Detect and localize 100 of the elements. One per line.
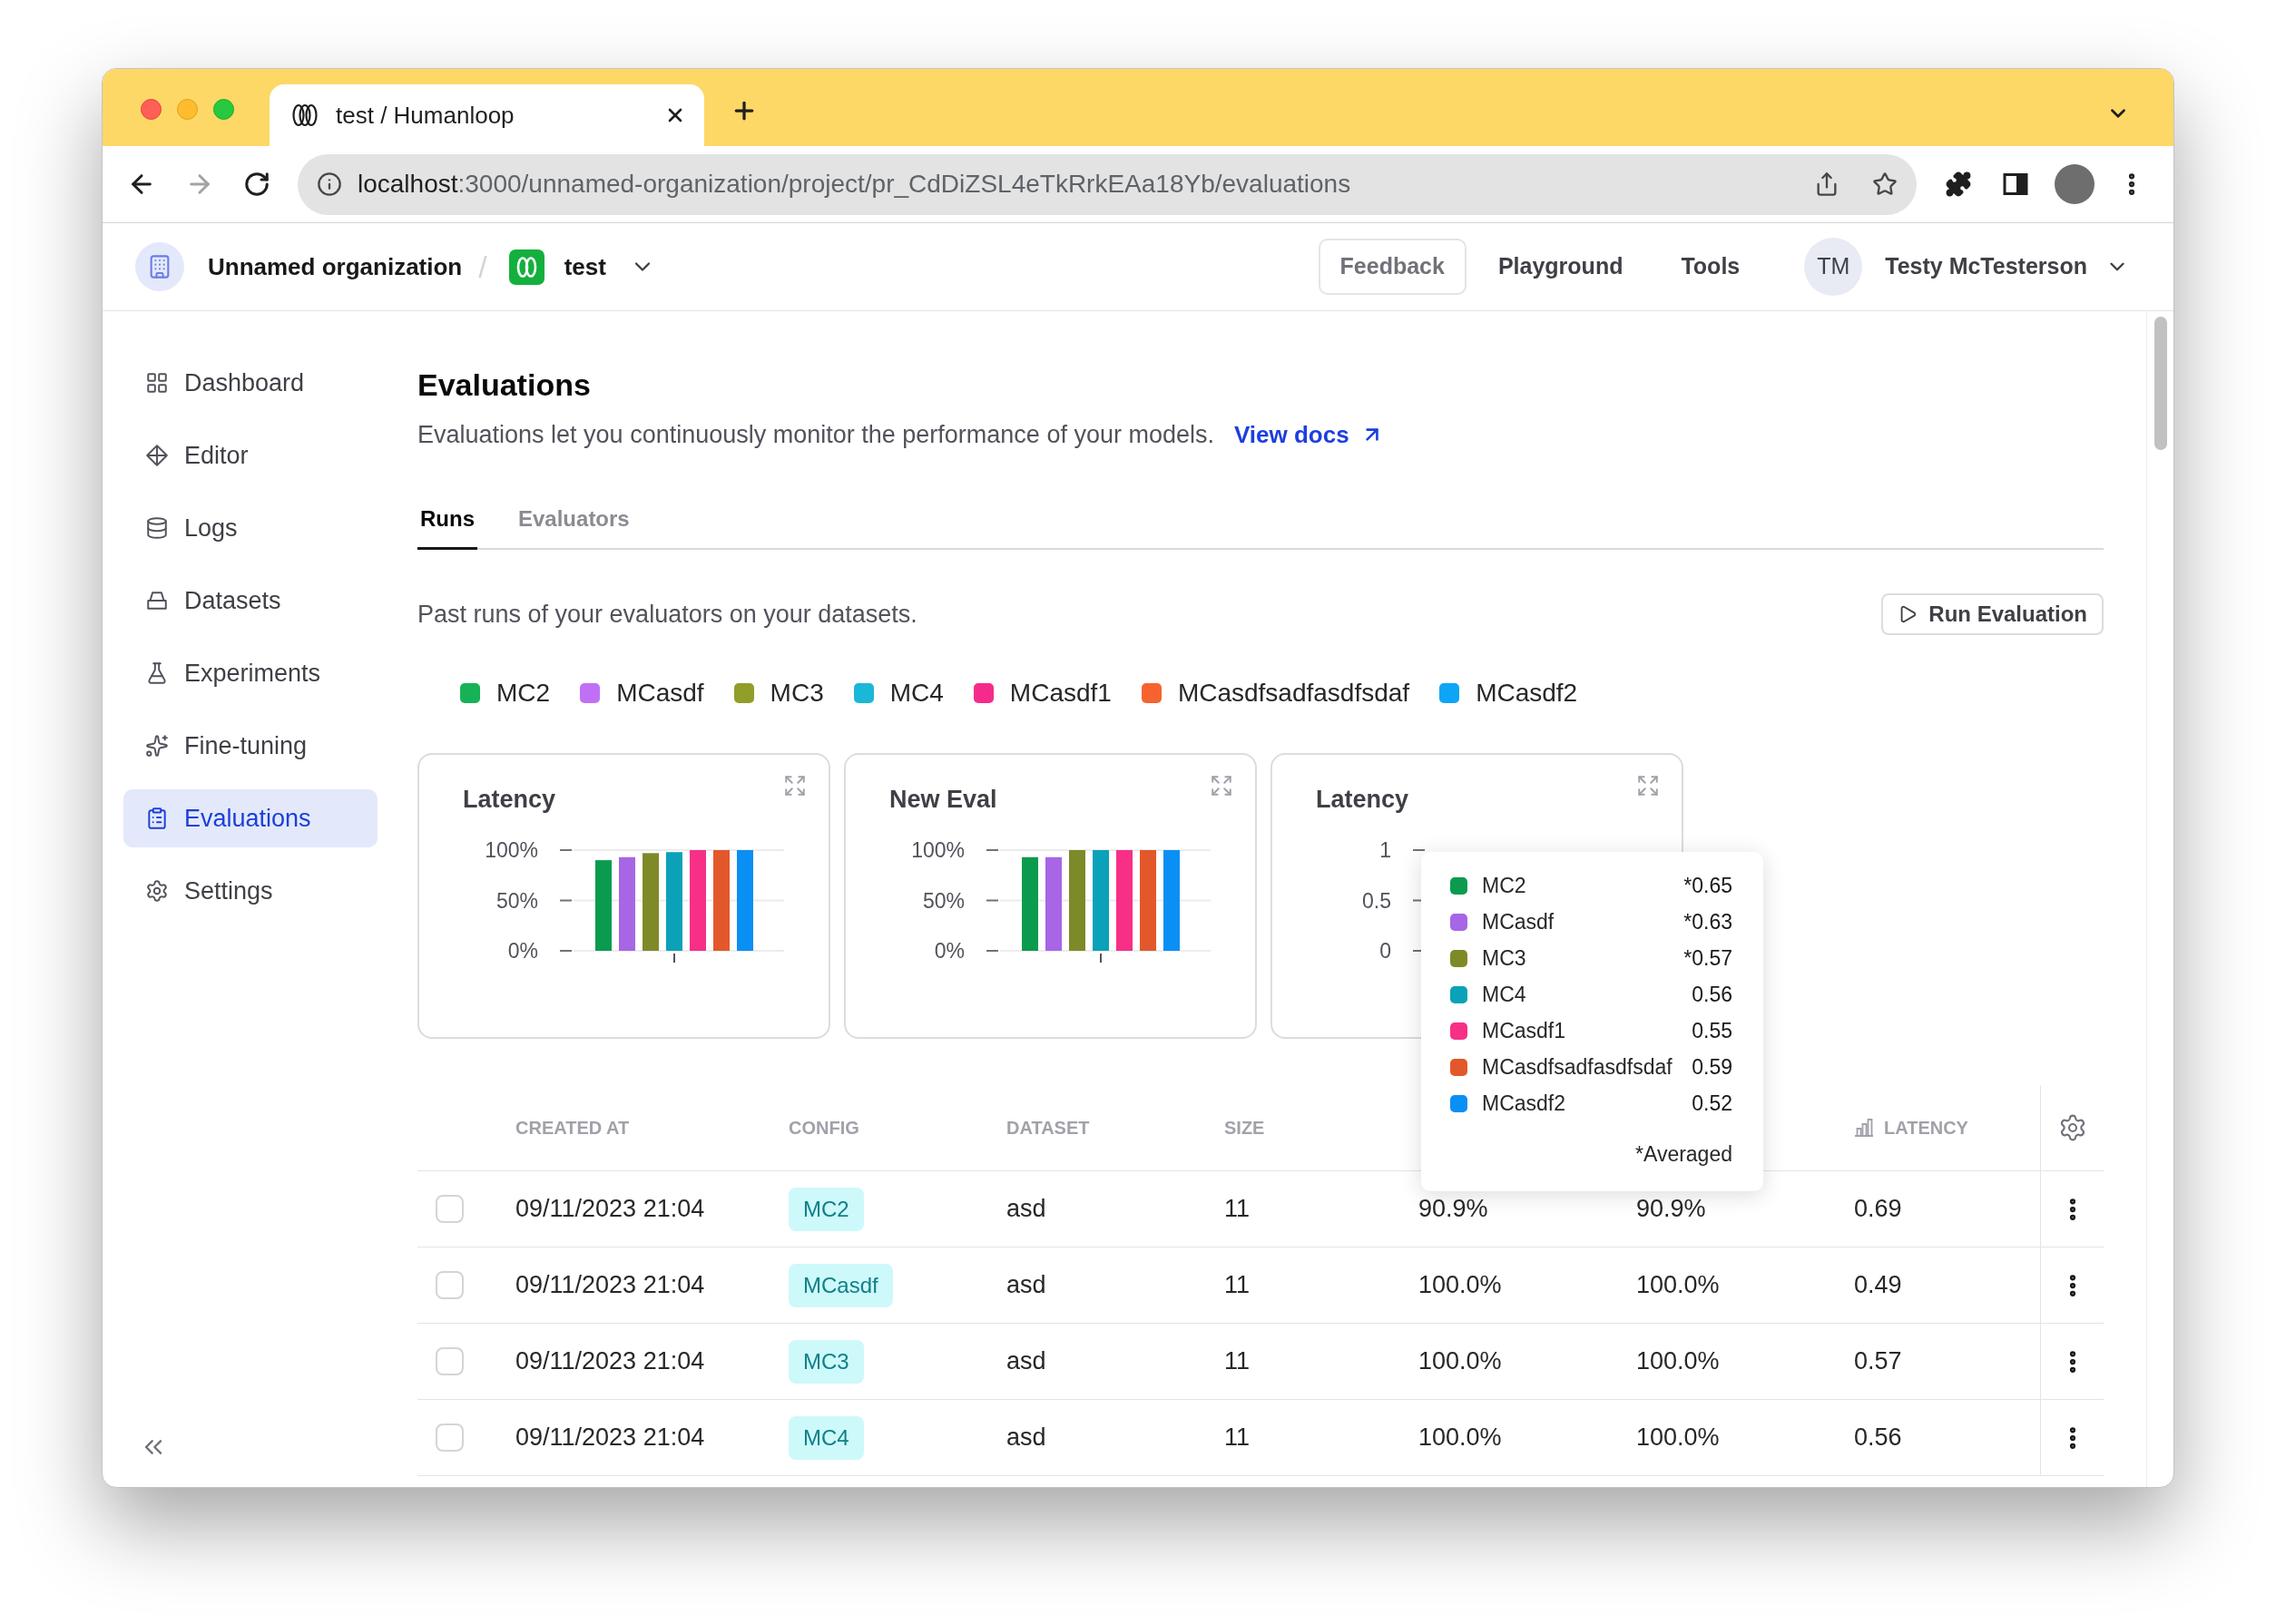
tooltip-label: MCasdf xyxy=(1482,908,1555,935)
view-docs-link[interactable]: View docs xyxy=(1233,416,1349,453)
user-avatar[interactable]: TM xyxy=(1804,238,1863,296)
axis-tick-label: 100% xyxy=(911,838,965,862)
chart-title: New Eval xyxy=(889,785,997,815)
sparkles-icon xyxy=(145,734,169,758)
tooltip-value: *0.63 xyxy=(1683,908,1732,935)
database-icon xyxy=(145,516,169,540)
table-cell-text: 11 xyxy=(1224,1346,1251,1377)
table-cell-text: 100.0% xyxy=(1636,1346,1720,1377)
run-evaluation-button[interactable]: Run Evaluation xyxy=(1881,593,2104,635)
table-cell-text: 09/11/2023 21:04 xyxy=(515,1194,705,1225)
header-link[interactable]: Tools xyxy=(1654,239,1767,295)
expand-icon[interactable] xyxy=(1636,774,1660,797)
reload-icon[interactable] xyxy=(243,171,270,198)
sidebar-item[interactable]: Experiments xyxy=(123,644,378,702)
tooltip-value: 0.55 xyxy=(1692,1017,1732,1044)
close-window-button[interactable] xyxy=(141,99,162,120)
header-button[interactable]: Feedback xyxy=(1318,239,1467,295)
logo-icon xyxy=(291,103,319,127)
table-cell-text: 11 xyxy=(1224,1194,1251,1225)
legend-label: MC3 xyxy=(770,678,824,709)
table-cell-text: 100.0% xyxy=(1636,1423,1720,1453)
tooltip-value: 0.52 xyxy=(1692,1090,1732,1117)
config-tag: MC3 xyxy=(789,1339,864,1384)
tooltip-note: *Averaged xyxy=(1635,1140,1732,1168)
tab[interactable]: Runs xyxy=(417,490,477,550)
table-cell-text: 0.49 xyxy=(1854,1270,1902,1301)
tooltip-label: MC4 xyxy=(1482,981,1526,1008)
legend-label: MCasdf xyxy=(616,678,704,709)
tooltip-value: 0.56 xyxy=(1692,981,1732,1008)
sidebar-item[interactable]: Dashboard xyxy=(123,354,378,412)
row-checkbox[interactable] xyxy=(436,1195,464,1223)
axis-tick-label: 50% xyxy=(922,888,965,913)
table-cell-text: 100.0% xyxy=(1418,1423,1502,1453)
legend-label: MC4 xyxy=(889,678,944,709)
project-name[interactable]: test xyxy=(564,249,606,285)
table-cell-text: asd xyxy=(1006,1194,1046,1225)
sidebar-item[interactable]: Logs xyxy=(123,499,378,557)
scrollbar-thumb[interactable] xyxy=(2153,317,2167,450)
tooltip-value: 0.59 xyxy=(1692,1053,1732,1081)
bar-chart-icon xyxy=(1854,1119,1874,1137)
table-cell-text: 09/11/2023 21:04 xyxy=(515,1346,705,1377)
url-text[interactable]: localhost:3000/unnamed-organization/project/pr_CdDiZSL4eTkRrkEAa18Yb/evaluations xyxy=(358,165,1351,203)
tooltip-label: MC3 xyxy=(1482,944,1526,972)
address-bar[interactable]: localhost:3000/unnamed-organization/project/pr_CdDiZSL4eTkRrkEAa18Yb/evaluations xyxy=(298,153,1917,215)
header-link[interactable]: Playground xyxy=(1471,239,1650,295)
building-icon xyxy=(135,242,184,291)
axis-tick-label: 1 xyxy=(1379,838,1391,862)
project-logo-icon[interactable] xyxy=(508,249,544,285)
organization-name[interactable]: Unnamed organization xyxy=(208,249,463,285)
table-cell-text: asd xyxy=(1006,1270,1046,1301)
table-cell-text: 90.9% xyxy=(1636,1194,1706,1225)
config-tag: MC2 xyxy=(789,1187,864,1231)
chart-title: Latency xyxy=(463,785,556,815)
tray-icon xyxy=(145,589,169,612)
row-checkbox[interactable] xyxy=(436,1271,464,1299)
browser-tab[interactable]: test / Humanloop xyxy=(270,84,704,146)
star-icon[interactable] xyxy=(1872,171,1898,197)
axis-tick-label: 100% xyxy=(485,838,538,862)
info-icon[interactable] xyxy=(317,171,342,197)
axis-tick-label: 0 xyxy=(1379,939,1391,963)
flask-icon xyxy=(145,661,169,685)
sidebar-item[interactable]: Datasets xyxy=(123,572,378,630)
table-cell-text: 09/11/2023 21:04 xyxy=(515,1423,705,1453)
runs-caption: Past runs of your evaluators on your datasets. xyxy=(417,599,917,630)
table-cell-text: 11 xyxy=(1224,1270,1251,1301)
legend-label: MC2 xyxy=(496,678,551,709)
axis-tick-label: 50% xyxy=(495,888,538,913)
config-tag: MC4 xyxy=(789,1415,864,1460)
diamond-icon xyxy=(145,444,169,467)
tooltip-label: MCasdf1 xyxy=(1482,1017,1566,1044)
sidebar-item[interactable]: Fine-tuning xyxy=(123,717,378,775)
sidebar-item[interactable]: Evaluations xyxy=(123,789,378,847)
side-panel-icon[interactable] xyxy=(2002,171,2029,198)
clipboard-icon xyxy=(145,807,169,830)
sidebar-item[interactable]: Settings xyxy=(123,862,378,920)
user-name[interactable]: Testy McTesterson xyxy=(1885,249,2087,284)
settings-icon xyxy=(145,879,169,903)
expand-icon[interactable] xyxy=(783,774,807,797)
tooltip-label: MC2 xyxy=(1482,872,1526,899)
tooltip-label: MCasdfsadfasdfsdaf xyxy=(1482,1053,1673,1081)
tooltip-value: *0.65 xyxy=(1683,872,1732,899)
puzzle-icon[interactable] xyxy=(1945,171,1972,198)
table-cell-text: 100.0% xyxy=(1636,1270,1720,1301)
axis-tick-label: 0.5 xyxy=(1362,888,1391,913)
row-checkbox[interactable] xyxy=(436,1347,464,1375)
row-checkbox[interactable] xyxy=(436,1423,464,1452)
tooltip-label: MCasdf2 xyxy=(1482,1090,1566,1117)
tooltip-value: *0.57 xyxy=(1683,944,1732,972)
profile-avatar[interactable] xyxy=(2055,164,2095,204)
axis-tick-label: 0% xyxy=(507,939,538,963)
table-cell-text: 100.0% xyxy=(1418,1270,1502,1301)
table-cell-text: 0.69 xyxy=(1854,1194,1902,1225)
expand-icon[interactable] xyxy=(1210,774,1233,797)
sidebar-item[interactable]: Editor xyxy=(123,426,378,484)
page-description: Evaluations let you continuously monitor the performance of your models. xyxy=(417,419,1214,450)
table-cell-text: 09/11/2023 21:04 xyxy=(515,1270,705,1301)
table-cell-text: 90.9% xyxy=(1418,1194,1488,1225)
grid-icon xyxy=(145,371,169,395)
